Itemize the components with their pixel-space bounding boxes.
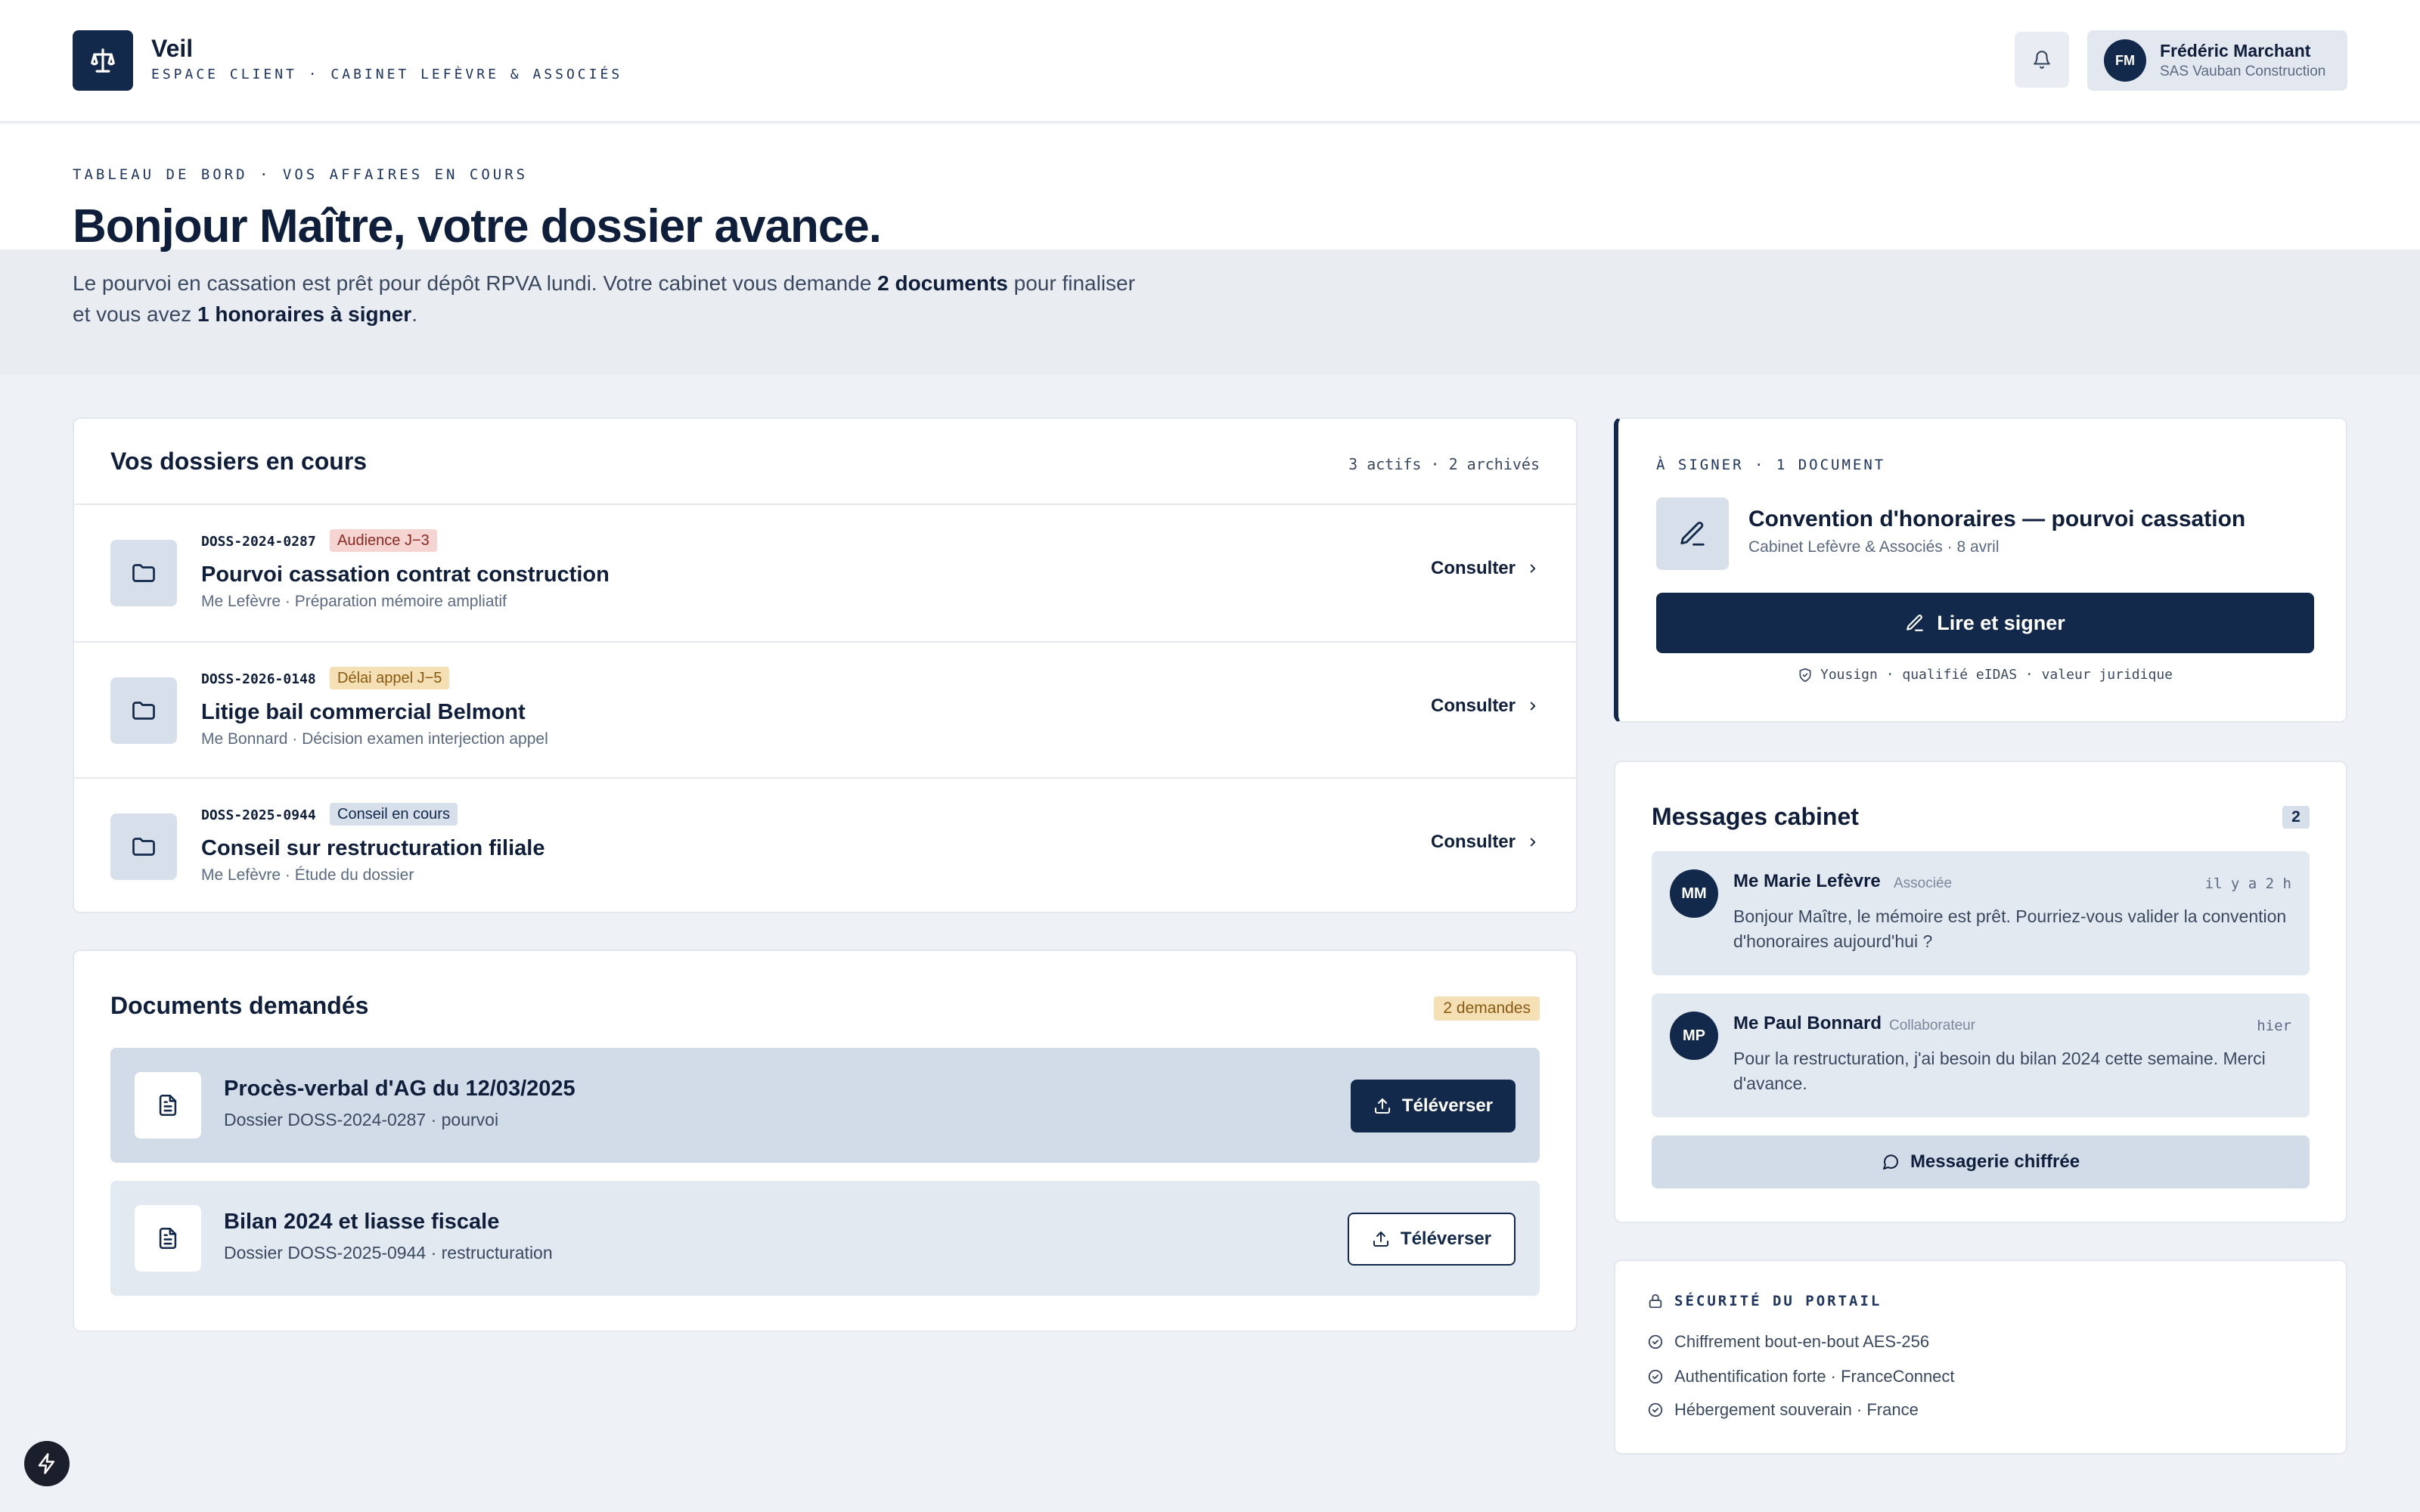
sign-button-label: Lire et signer xyxy=(1937,611,2065,634)
check-circle-icon xyxy=(1648,1334,1663,1349)
document-title: Bilan 2024 et liasse fiscale xyxy=(224,1210,500,1234)
sign-button[interactable]: Lire et signer xyxy=(1656,593,2314,653)
security-item: Authentification forte · FranceConnect xyxy=(1647,1367,1955,1387)
dossiers-title: Vos dossiers en cours xyxy=(110,448,368,475)
avatar: FM xyxy=(2104,39,2146,82)
dossier-ref: DOSS-2026-0148 xyxy=(201,671,316,687)
brand-subtitle: ESPACE CLIENT · CABINET LEFÈVRE & ASSOCI… xyxy=(151,67,623,82)
folder-icon xyxy=(110,540,177,606)
document-request: Bilan 2024 et liasse fiscale Dossier DOS… xyxy=(110,1181,1540,1296)
user-name: Frédéric Marchant xyxy=(2160,41,2311,60)
quick-action-button[interactable] xyxy=(24,1441,70,1486)
folder-icon xyxy=(110,677,177,744)
chevron-right-icon xyxy=(1530,702,1536,711)
user-org: SAS Vauban Construction xyxy=(2160,64,2326,79)
upload-button[interactable]: Téléverser xyxy=(1347,1213,1516,1266)
hero-eyebrow: TABLEAU DE BORD · VOS AFFAIRES EN COURS xyxy=(73,166,529,183)
signature-title: Convention d'honoraires — pourvoi cassat… xyxy=(1748,507,2246,531)
scales-icon[interactable] xyxy=(73,30,133,91)
status-badge: Délai appel J−5 xyxy=(330,667,450,689)
upload-label: Téléverser xyxy=(1401,1095,1493,1116)
consult-label: Consulter xyxy=(1430,558,1516,578)
dossier-title: Litige bail commercial Belmont xyxy=(201,700,526,724)
consult-button[interactable]: Consulter xyxy=(1431,558,1540,579)
signature-footer: Yousign · qualifié eIDAS · valeur juridi… xyxy=(1656,667,2314,683)
secure-messaging-label: Messagerie chiffrée xyxy=(1910,1151,2080,1172)
message-author: Me Marie Lefèvre xyxy=(1733,871,1881,891)
dossier-title: Pourvoi cassation contrat construction xyxy=(201,562,610,587)
consult-label: Consulter xyxy=(1430,832,1516,852)
top-bar: Veil ESPACE CLIENT · CABINET LEFÈVRE & A… xyxy=(0,0,2420,122)
document-subtitle: Dossier DOSS-2025-0944 · restructuration xyxy=(224,1243,553,1263)
avatar: MP xyxy=(1670,1012,1718,1060)
consult-button[interactable]: Consulter xyxy=(1431,696,1540,717)
pen-icon xyxy=(1907,615,1924,631)
security-item: Chiffrement bout-en-bout AES-256 xyxy=(1647,1332,1929,1352)
chat-bubble-icon xyxy=(1882,1154,1898,1170)
message-author: Me Paul Bonnard xyxy=(1733,1013,1882,1033)
folder-icon xyxy=(110,813,177,880)
message-role: Collaborateur xyxy=(1889,1018,1976,1033)
dossier-subtitle: Me Bonnard · Décision examen interjectio… xyxy=(201,730,548,748)
upload-button[interactable]: Téléverser xyxy=(1350,1080,1516,1132)
avatar: MM xyxy=(1670,869,1718,918)
file-text-icon xyxy=(135,1072,201,1139)
security-card: SÉCURITÉ DU PORTAIL Chiffrement bout-en-… xyxy=(1614,1259,2347,1455)
upload-icon xyxy=(1373,1232,1388,1247)
dossier-row[interactable]: DOSS-2024-0287 Audience J−3 Pourvoi cass… xyxy=(74,505,1576,641)
signature-eyebrow: À SIGNER · 1 DOCUMENT xyxy=(1656,457,1886,473)
check-circle-icon xyxy=(1648,1369,1663,1384)
document-request: Procès-verbal d'AG du 12/03/2025 Dossier… xyxy=(110,1048,1540,1163)
documents-title: Documents demandés xyxy=(110,992,369,1019)
message-text: Bonjour Maître, le mémoire est prêt. Pou… xyxy=(1733,906,2287,951)
dossier-ref: DOSS-2024-0287 xyxy=(201,534,316,550)
user-menu[interactable]: FM Frédéric Marchant SAS Vauban Construc… xyxy=(2087,30,2347,91)
dossier-ref: DOSS-2025-0944 xyxy=(201,807,316,823)
signature-subtitle: Cabinet Lefèvre & Associés · 8 avril xyxy=(1748,538,2000,556)
lightning-icon xyxy=(38,1453,54,1474)
security-header: SÉCURITÉ DU PORTAIL xyxy=(1647,1293,1882,1309)
secure-messaging-button[interactable]: Messagerie chiffrée xyxy=(1652,1136,2310,1188)
requests-badge: 2 demandes xyxy=(1434,996,1540,1021)
brand-name: Veil xyxy=(151,35,194,62)
dossier-subtitle: Me Lefèvre · Préparation mémoire ampliat… xyxy=(201,593,507,610)
messages-card: Messages cabinet 2 MM Me Marie Lefèvre A… xyxy=(1614,761,2347,1223)
upload-label: Téléverser xyxy=(1400,1228,1491,1249)
bell-icon xyxy=(2034,51,2050,69)
dossier-row[interactable]: DOSS-2025-0944 Conseil en cours Conseil … xyxy=(74,777,1576,913)
status-badge: Audience J−3 xyxy=(330,529,437,552)
upload-icon xyxy=(1374,1098,1390,1114)
document-subtitle: Dossier DOSS-2024-0287 · pourvoi xyxy=(224,1110,499,1129)
messages-title: Messages cabinet xyxy=(1652,803,1859,830)
lock-icon xyxy=(1649,1294,1662,1309)
shield-check-icon xyxy=(1799,668,1811,682)
hero-summary: Le pourvoi en cassation est prêt pour dé… xyxy=(73,271,1135,326)
dossiers-meta: 3 actifs · 2 archivés xyxy=(1348,455,1540,473)
status-badge: Conseil en cours xyxy=(330,803,458,826)
message-time: hier xyxy=(2257,1018,2291,1034)
message-time: il y a 2 h xyxy=(2204,875,2291,892)
signature-card: À SIGNER · 1 DOCUMENT Convention d'honor… xyxy=(1614,417,2347,723)
message-role: Associée xyxy=(1894,875,1953,891)
notifications-button[interactable] xyxy=(2015,32,2069,88)
dossier-subtitle: Me Lefèvre · Étude du dossier xyxy=(201,866,414,884)
pen-icon xyxy=(1656,497,1729,570)
dossier-title: Conseil sur restructuration filiale xyxy=(201,836,545,860)
page-title: Bonjour Maître, votre dossier avance. xyxy=(73,200,882,253)
dossiers-card: Vos dossiers en cours 3 actifs · 2 archi… xyxy=(73,417,1578,913)
file-text-icon xyxy=(135,1205,201,1272)
security-item: Hébergement souverain · France xyxy=(1647,1400,1919,1420)
check-circle-icon xyxy=(1648,1402,1663,1418)
document-title: Procès-verbal d'AG du 12/03/2025 xyxy=(224,1077,576,1101)
messages-count-badge: 2 xyxy=(2282,806,2310,829)
message-item[interactable]: MP Me Paul Bonnard Collaborateur hier Po… xyxy=(1652,993,2310,1117)
chevron-right-icon xyxy=(1530,838,1536,847)
chevron-right-icon xyxy=(1530,564,1536,573)
message-text: Pour la restructuration, j'ai besoin du … xyxy=(1733,1049,2266,1093)
message-item[interactable]: MM Me Marie Lefèvre Associée il y a 2 h … xyxy=(1652,851,2310,975)
dossier-row[interactable]: DOSS-2026-0148 Délai appel J−5 Litige ba… xyxy=(74,641,1576,777)
documents-card: Documents demandés 2 demandes Procès-ver… xyxy=(73,950,1578,1332)
consult-label: Consulter xyxy=(1430,696,1516,716)
consult-button[interactable]: Consulter xyxy=(1431,832,1540,853)
